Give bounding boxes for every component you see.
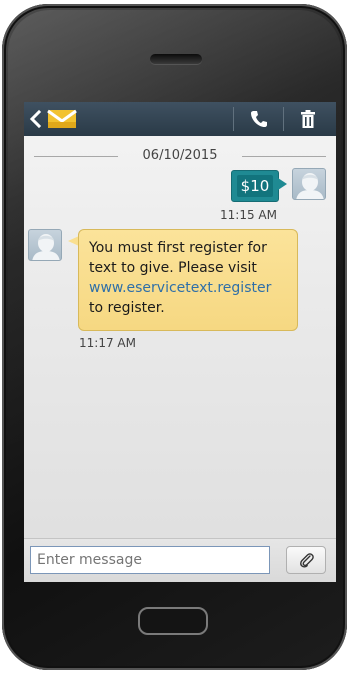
screen: 06/10/2015 $10 11:15 AM You must first r… [24,102,336,582]
back-arrow-icon[interactable] [28,109,44,129]
sent-message-bubble[interactable]: $10 [231,170,279,202]
sent-bubble-tail [278,178,287,190]
phone-body: 06/10/2015 $10 11:15 AM You must first r… [2,4,347,670]
received-message-text: You must first register for text to give… [89,240,267,276]
toolbar-divider [283,107,284,131]
user-avatar-icon [292,168,326,200]
envelope-icon [47,108,77,130]
contact-avatar-icon [28,229,62,261]
message-input[interactable] [30,546,270,574]
top-app-bar [24,102,336,136]
attach-button[interactable] [286,546,326,574]
paperclip-icon [299,552,315,568]
trash-icon[interactable] [300,109,316,129]
received-message-bubble[interactable]: You must first register for text to give… [78,229,298,331]
phone-icon[interactable] [250,110,268,128]
registration-link[interactable]: www.eservicetext.register [89,280,271,296]
sent-message-text: $10 [237,175,273,197]
earpiece-speaker [150,54,202,64]
sent-timestamp: 11:15 AM [220,208,277,222]
date-separator: 06/10/2015 [24,148,336,164]
date-line-right [242,156,326,157]
received-timestamp: 11:17 AM [79,336,136,350]
received-message-text-end: to register. [89,300,165,316]
toolbar-divider [233,107,234,131]
home-button[interactable] [138,607,208,635]
conversation-date: 06/10/2015 [142,148,218,163]
message-composer [24,538,336,582]
